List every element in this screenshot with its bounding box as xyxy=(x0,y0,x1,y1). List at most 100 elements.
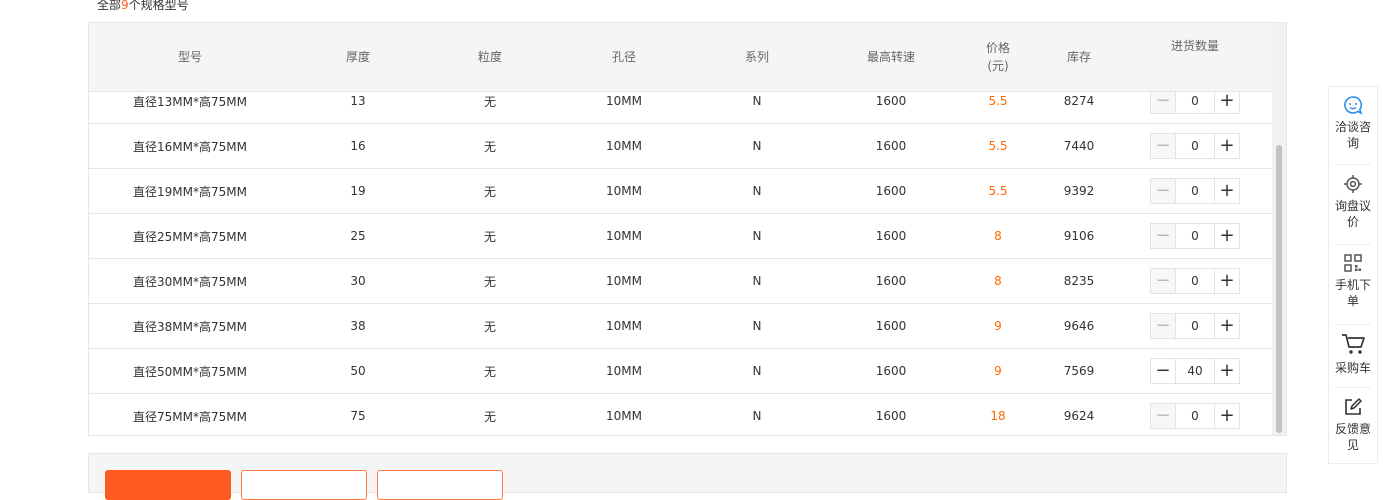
side-item-chat[interactable]: 洽谈咨询 xyxy=(1329,95,1377,151)
quantity-stepper[interactable]: −0 + xyxy=(1150,178,1240,204)
cell-bore: 10MM xyxy=(606,409,642,423)
increment-button[interactable]: + xyxy=(1214,178,1240,204)
cell-grit: 无 xyxy=(483,319,496,334)
decrement-button[interactable]: − xyxy=(1150,313,1176,339)
cell-series: N xyxy=(752,229,762,243)
side-label-inquiry: 询盘议价 xyxy=(1335,199,1372,229)
increment-button[interactable]: + xyxy=(1214,268,1240,294)
side-label-mobile-order: 手机下单 xyxy=(1335,278,1372,308)
quantity-input[interactable]: 40 xyxy=(1176,358,1214,384)
cell-model: 直径25MM*高75MM xyxy=(133,229,247,244)
cell-thickness: 16 xyxy=(350,139,366,153)
cart-icon xyxy=(1342,334,1365,354)
cell-bore: 10MM xyxy=(606,274,642,288)
primary-action-button[interactable] xyxy=(105,470,231,500)
secondary-action-button[interactable] xyxy=(241,470,367,500)
decrement-button[interactable]: − xyxy=(1150,178,1176,204)
tertiary-action-button[interactable] xyxy=(377,470,503,500)
cell-thickness: 75 xyxy=(350,409,366,423)
increment-button[interactable]: + xyxy=(1214,133,1240,159)
edit-icon xyxy=(1345,398,1362,415)
increment-button[interactable]: + xyxy=(1214,313,1240,339)
side-label-feedback: 反馈意见 xyxy=(1335,422,1372,452)
cell-max-speed: 1600 xyxy=(875,139,907,153)
quantity-input[interactable]: 0 xyxy=(1176,313,1214,339)
decrement-button[interactable]: − xyxy=(1150,223,1176,249)
header-max-speed: 最高转速 xyxy=(866,50,915,64)
cell-model: 直径75MM*高75MM xyxy=(133,409,247,424)
header-price: 价格(元) xyxy=(985,41,1010,73)
increment-button[interactable]: + xyxy=(1214,223,1240,249)
side-item-feedback[interactable]: 反馈意见 xyxy=(1329,397,1377,453)
cell-series: N xyxy=(752,319,762,333)
quantity-stepper[interactable]: −0 + xyxy=(1150,223,1240,249)
decrement-button[interactable]: − xyxy=(1150,358,1176,384)
table-row: 直径38MM*高75MM 38 无 10MM N 1600 9 9646−0 + xyxy=(89,304,1272,349)
cell-grit: 无 xyxy=(483,184,496,199)
quantity-input[interactable]: 0 xyxy=(1176,178,1214,204)
cell-series: N xyxy=(752,184,762,198)
table-row: 直径16MM*高75MM 16 无 10MM N 1600 5.5 7440−0 + xyxy=(89,124,1272,169)
increment-button[interactable]: + xyxy=(1214,358,1240,384)
decrement-button[interactable]: − xyxy=(1150,133,1176,159)
cell-stock: 7569 xyxy=(1063,364,1095,378)
table-row: 直径25MM*高75MM 25 无 10MM N 1600 8 9106−0 + xyxy=(89,214,1272,259)
cell-stock: 9392 xyxy=(1063,184,1095,198)
quantity-stepper[interactable]: −0 + xyxy=(1150,403,1240,429)
header-thickness: 厚度 xyxy=(345,50,370,64)
qr-code-icon xyxy=(1344,254,1362,272)
cell-stock: 8235 xyxy=(1063,274,1095,288)
spec-count: 9 xyxy=(121,0,129,12)
table-row: 直径50MM*高75MM 50 无 10MM N 1600 9 7569−40 + xyxy=(89,349,1272,394)
cell-series: N xyxy=(752,274,762,288)
cell-bore: 10MM xyxy=(606,229,642,243)
increment-button[interactable]: + xyxy=(1214,403,1240,429)
table-header: 型号 厚度 粒度 孔径 系列 最高转速 价格(元) 库存 进货数量 xyxy=(89,23,1272,92)
side-item-inquiry[interactable]: 询盘议价 xyxy=(1329,174,1377,230)
cell-max-speed: 1600 xyxy=(875,409,907,423)
cell-grit: 无 xyxy=(483,274,496,289)
decrement-button[interactable]: − xyxy=(1150,268,1176,294)
header-stock: 库存 xyxy=(1066,50,1091,64)
cell-grit: 无 xyxy=(483,409,496,424)
quantity-stepper[interactable]: −40 + xyxy=(1150,358,1240,384)
cell-max-speed: 1600 xyxy=(875,229,907,243)
side-item-mobile-order[interactable]: 手机下单 xyxy=(1329,253,1377,309)
action-bar xyxy=(88,453,1287,500)
summary-prefix: 全部 xyxy=(97,0,122,12)
table-row: 直径30MM*高75MM 30 无 10MM N 1600 8 8235−0 + xyxy=(89,259,1272,304)
spec-count-summary: 全部9个规格型号 xyxy=(97,0,189,13)
quantity-input[interactable]: 0 xyxy=(1176,223,1214,249)
quantity-stepper[interactable]: −0 + xyxy=(1150,268,1240,294)
summary-suffix: 个规格型号 xyxy=(128,0,189,12)
quantity-input[interactable]: 0 xyxy=(1176,403,1214,429)
quantity-stepper[interactable]: −0 + xyxy=(1150,313,1240,339)
cell-thickness: 50 xyxy=(350,364,366,378)
cell-series: N xyxy=(752,139,762,153)
cell-model: 直径38MM*高75MM xyxy=(133,319,247,334)
quantity-input[interactable]: 0 xyxy=(1176,133,1214,159)
cell-max-speed: 1600 xyxy=(875,364,907,378)
cell-thickness: 19 xyxy=(350,184,366,198)
scrollbar-thumb[interactable] xyxy=(1276,145,1282,433)
side-label-cart: 采购车 xyxy=(1334,361,1371,375)
target-icon xyxy=(1344,175,1362,193)
side-item-cart[interactable]: 采购车 xyxy=(1329,332,1377,376)
header-qty: 进货数量 xyxy=(1170,39,1219,53)
header-series: 系列 xyxy=(744,50,769,64)
quantity-input[interactable]: 0 xyxy=(1176,268,1214,294)
divider xyxy=(1335,387,1371,388)
cell-grit: 无 xyxy=(483,139,496,154)
cell-bore: 10MM xyxy=(606,184,642,198)
table-scrollbar[interactable] xyxy=(1272,23,1286,435)
cell-model: 直径19MM*高75MM xyxy=(133,184,247,199)
quantity-stepper[interactable]: −0 + xyxy=(1150,133,1240,159)
cell-thickness: 38 xyxy=(350,319,366,333)
divider xyxy=(1335,324,1371,325)
chat-bubble-icon xyxy=(1344,96,1363,115)
cell-model: 直径16MM*高75MM xyxy=(133,139,247,154)
cell-stock: 9106 xyxy=(1063,229,1095,243)
decrement-button[interactable]: − xyxy=(1150,403,1176,429)
cell-max-speed: 1600 xyxy=(875,319,907,333)
cell-grit: 无 xyxy=(483,229,496,244)
